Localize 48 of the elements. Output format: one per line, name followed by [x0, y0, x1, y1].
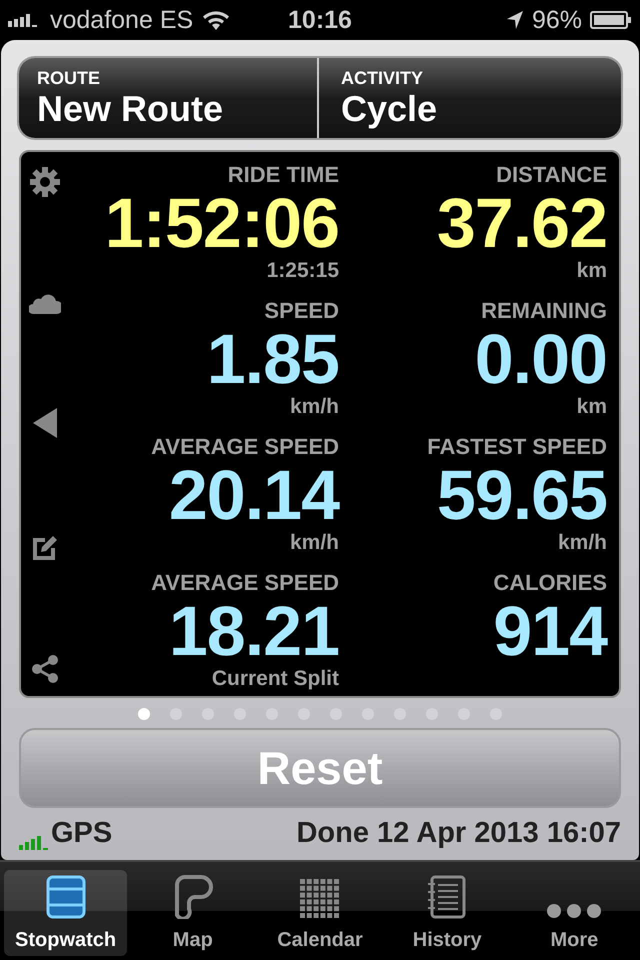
stat-label: AVERAGE SPEED — [151, 570, 339, 596]
stat-unit: 1:25:15 — [266, 258, 339, 284]
stat-value: 18.21 — [168, 596, 339, 666]
clock-time: 10:16 — [288, 6, 352, 34]
stat-value: 914 — [493, 596, 607, 666]
stat-label: RIDE TIME — [228, 162, 339, 188]
stat-label: CALORIES — [493, 570, 607, 596]
stat-value: 20.14 — [168, 460, 339, 530]
tab-item[interactable]: Calendar — [258, 870, 382, 956]
tab-item[interactable]: Map — [131, 870, 254, 956]
stat-unit: km/h — [290, 530, 339, 556]
stopwatch-icon — [46, 875, 86, 919]
tab-item[interactable]: History — [386, 870, 509, 956]
battery-percent: 96% — [532, 6, 582, 34]
stat-label: REMAINING — [481, 298, 607, 324]
more-dots-icon — [546, 903, 602, 919]
tab-item[interactable]: More — [512, 870, 636, 956]
share-icon[interactable] — [30, 654, 60, 684]
header-selector[interactable]: ACTIVITY Cycle — [317, 58, 621, 138]
stat-unit: Current Split — [212, 666, 339, 692]
stat-unit: km — [576, 394, 607, 420]
notebook-icon — [427, 875, 468, 919]
settings-icon[interactable] — [29, 166, 61, 198]
gps-label: GPS — [51, 816, 112, 850]
route-shape-icon — [172, 875, 213, 919]
stat-label: FASTEST SPEED — [427, 434, 607, 460]
wifi-icon — [201, 9, 232, 31]
stat-value: 0.00 — [474, 324, 607, 394]
battery-icon — [590, 10, 632, 30]
stat-value: 1:52:06 — [104, 188, 339, 258]
header-selector[interactable]: ROUTE New Route — [19, 58, 317, 138]
gps-signal-icon — [19, 834, 49, 850]
stat-label: DISTANCE — [496, 162, 607, 188]
stat-value: 37.62 — [436, 188, 607, 258]
page-dot[interactable] — [138, 708, 150, 720]
stat-unit: km — [576, 258, 607, 284]
stat-unit: km/h — [290, 394, 339, 420]
back-triangle-icon[interactable] — [31, 407, 59, 439]
calendar-grid-icon — [300, 879, 340, 919]
stat-label: AVERAGE SPEED — [151, 434, 339, 460]
stat-label: SPEED — [264, 298, 339, 324]
stat-value: 59.65 — [436, 460, 607, 530]
done-timestamp: Done 12 Apr 2013 16:07 — [296, 816, 621, 850]
tab-item[interactable]: Stopwatch — [4, 870, 128, 956]
carrier-name: vodafone ES — [50, 6, 194, 34]
location-arrow-icon — [506, 10, 524, 30]
stat-unit: km/h — [558, 530, 607, 556]
stat-value: 1.85 — [206, 324, 339, 394]
